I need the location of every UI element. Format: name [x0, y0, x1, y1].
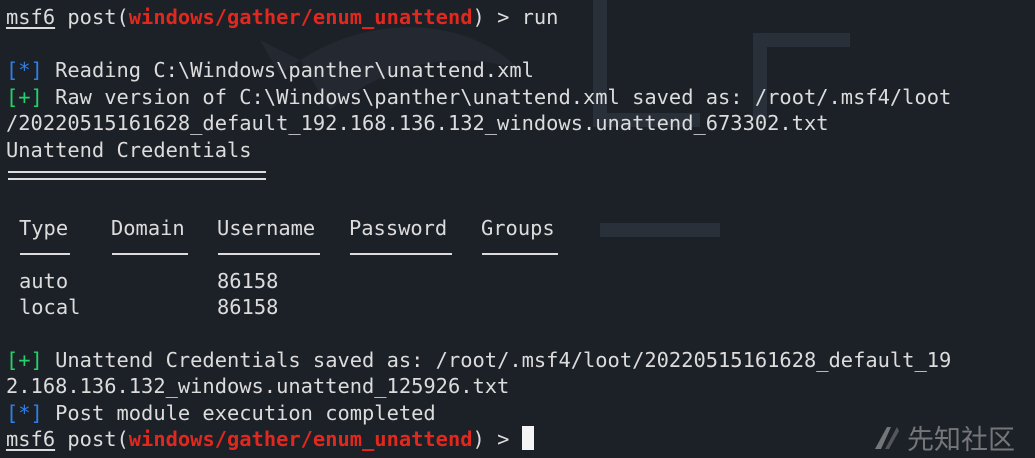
col-underline-password: [350, 253, 452, 255]
col-header-groups: Groups: [481, 216, 555, 240]
text-cursor[interactable]: [521, 426, 534, 450]
prompt-close: ) >: [472, 427, 522, 451]
saved-text: Unattend Credentials saved as: /root/.ms…: [42, 348, 952, 372]
typed-command: run: [521, 5, 559, 29]
table-row-1-username: 86158: [217, 295, 279, 319]
col-underline-type: [20, 253, 70, 255]
prompt-line-bottom[interactable]: msf6 post(windows/gather/enum_unattend) …: [6, 426, 534, 452]
output-raw-continued: /20220515161628_default_192.168.136.132_…: [6, 111, 829, 135]
col-header-domain: Domain: [111, 216, 185, 240]
terminal-window[interactable]: msf6 post(windows/gather/enum_unattend) …: [0, 0, 1035, 458]
section-divider: [8, 171, 266, 180]
info-tag: [*]: [6, 401, 43, 425]
output-saved: [+] Unattend Credentials saved as: /root…: [6, 347, 951, 373]
output-raw: [+] Raw version of C:\Windows\panther\un…: [6, 84, 951, 110]
prompt-close: ) >: [472, 5, 522, 29]
col-header-password: Password: [349, 216, 448, 240]
prompt-user: msf6: [6, 427, 56, 451]
table-row-0-username: 86158: [217, 269, 279, 293]
table-row-0-type: auto: [19, 269, 69, 293]
success-tag: [+]: [6, 85, 43, 109]
prompt-line-top: msf6 post(windows/gather/enum_unattend) …: [6, 4, 558, 30]
output-saved-continued: 2.168.136.132_windows.unattend_125926.tx…: [6, 374, 510, 398]
prompt-user: msf6: [6, 5, 56, 29]
xianzhi-logo-icon: [875, 426, 899, 449]
done-text: Post module execution completed: [42, 401, 436, 425]
table-row-1-type: local: [19, 295, 81, 319]
raw-text: Raw version of C:\Windows\panther\unatte…: [42, 85, 952, 109]
info-tag: [*]: [6, 58, 43, 82]
prompt-cmd: post(: [67, 427, 129, 451]
col-underline-username: [218, 253, 320, 255]
col-underline-domain: [112, 253, 188, 255]
prompt-module: windows/gather/enum_unattend: [128, 427, 473, 451]
col-header-username: Username: [217, 216, 316, 240]
success-tag: [+]: [6, 348, 43, 372]
col-underline-groups: [482, 253, 558, 255]
reading-text: Reading C:\Windows\panther\unattend.xml: [42, 58, 534, 82]
watermark-text: 先知社区: [907, 425, 1015, 456]
watermark: 先知社区: [871, 418, 1015, 457]
prompt-cmd: post(: [67, 5, 129, 29]
prompt-module: windows/gather/enum_unattend: [128, 5, 473, 29]
output-reading: [*] Reading C:\Windows\panther\unattend.…: [6, 57, 534, 83]
col-header-type: Type: [19, 216, 69, 240]
output-done: [*] Post module execution completed: [6, 400, 436, 426]
section-title: Unattend Credentials: [6, 138, 252, 162]
